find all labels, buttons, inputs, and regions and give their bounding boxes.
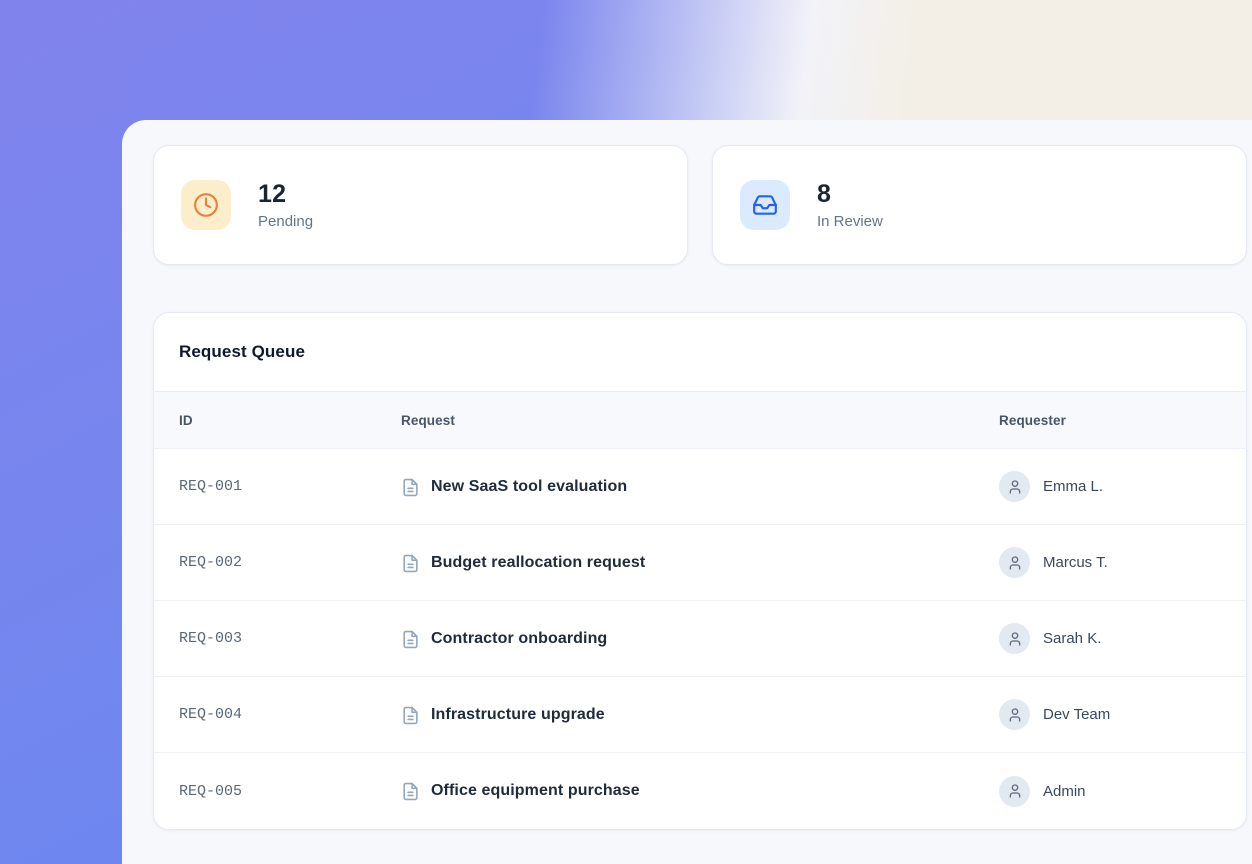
requester-name: Sarah K. bbox=[1043, 630, 1101, 647]
request-id: REQ-002 bbox=[179, 554, 401, 571]
stat-value-pending: 12 bbox=[258, 180, 313, 209]
user-avatar-icon bbox=[999, 776, 1030, 807]
requester-name: Marcus T. bbox=[1043, 554, 1108, 571]
stat-label-in-review: In Review bbox=[817, 213, 883, 230]
stat-text: 8 In Review bbox=[817, 180, 883, 230]
request-id: REQ-001 bbox=[179, 478, 401, 495]
request-queue-card: Request Queue ID Request Requester REQ-0… bbox=[153, 312, 1247, 830]
user-avatar-icon bbox=[999, 471, 1030, 502]
request-cell: New SaaS tool evaluation bbox=[401, 477, 999, 497]
request-cell: Infrastructure upgrade bbox=[401, 705, 999, 725]
main-panel: 12 Pending 8 In Review Request Queue ID bbox=[122, 120, 1252, 864]
requester-cell: Admin bbox=[999, 776, 1246, 807]
stat-card-in-review[interactable]: 8 In Review bbox=[712, 145, 1247, 265]
file-text-icon bbox=[401, 782, 420, 801]
stats-row: 12 Pending 8 In Review bbox=[153, 145, 1247, 265]
clock-icon bbox=[181, 180, 231, 230]
table-header-row: ID Request Requester bbox=[154, 392, 1246, 449]
stat-value-in-review: 8 bbox=[817, 180, 883, 209]
inbox-icon bbox=[740, 180, 790, 230]
table-row[interactable]: REQ-004 Infrastructure upgrade Dev Team bbox=[154, 677, 1246, 753]
table-row[interactable]: REQ-003 Contractor onboarding Sarah K. bbox=[154, 601, 1246, 677]
requester-cell: Emma L. bbox=[999, 471, 1246, 502]
requester-name: Admin bbox=[1043, 783, 1086, 800]
request-id: REQ-005 bbox=[179, 783, 401, 800]
user-avatar-icon bbox=[999, 623, 1030, 654]
file-text-icon bbox=[401, 630, 420, 649]
requester-cell: Dev Team bbox=[999, 699, 1246, 730]
file-text-icon bbox=[401, 554, 420, 573]
requester-cell: Sarah K. bbox=[999, 623, 1246, 654]
stat-card-pending[interactable]: 12 Pending bbox=[153, 145, 688, 265]
request-title: Budget reallocation request bbox=[431, 554, 645, 572]
table-row[interactable]: REQ-005 Office equipment purchase Admin bbox=[154, 753, 1246, 829]
requester-name: Emma L. bbox=[1043, 478, 1103, 495]
request-title: New SaaS tool evaluation bbox=[431, 478, 627, 496]
request-title: Contractor onboarding bbox=[431, 630, 607, 648]
table-title: Request Queue bbox=[179, 342, 305, 362]
requester-name: Dev Team bbox=[1043, 706, 1110, 723]
request-id: REQ-003 bbox=[179, 630, 401, 647]
request-id: REQ-004 bbox=[179, 706, 401, 723]
request-cell: Office equipment purchase bbox=[401, 781, 999, 801]
stat-label-pending: Pending bbox=[258, 213, 313, 230]
user-avatar-icon bbox=[999, 547, 1030, 578]
file-text-icon bbox=[401, 706, 420, 725]
stat-text: 12 Pending bbox=[258, 180, 313, 230]
column-header-request: Request bbox=[401, 413, 999, 428]
table-row[interactable]: REQ-001 New SaaS tool evaluation Emma L. bbox=[154, 449, 1246, 525]
column-header-id: ID bbox=[179, 413, 401, 428]
request-cell: Contractor onboarding bbox=[401, 629, 999, 649]
request-title: Office equipment purchase bbox=[431, 782, 640, 800]
column-header-requester: Requester bbox=[999, 413, 1246, 428]
file-text-icon bbox=[401, 478, 420, 497]
request-title: Infrastructure upgrade bbox=[431, 706, 605, 724]
table-title-bar: Request Queue bbox=[154, 313, 1246, 392]
table-row[interactable]: REQ-002 Budget reallocation request Marc… bbox=[154, 525, 1246, 601]
requester-cell: Marcus T. bbox=[999, 547, 1246, 578]
request-cell: Budget reallocation request bbox=[401, 553, 999, 573]
user-avatar-icon bbox=[999, 699, 1030, 730]
